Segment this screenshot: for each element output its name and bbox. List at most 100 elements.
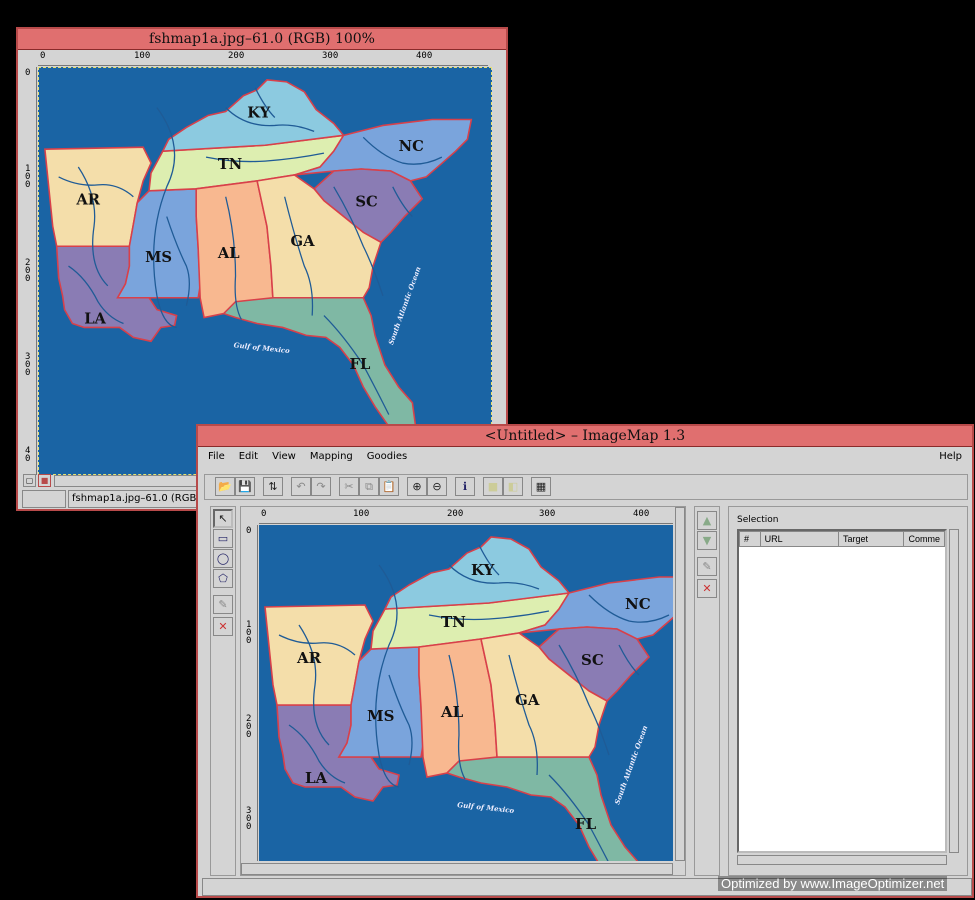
image-area: 0 100 200 300 400 0 1 0 0 2 0 0 3 0 0 KY… [240,506,686,876]
state-label-tn: TN [218,156,242,173]
move-down-icon[interactable]: ▼ [697,531,717,550]
vertical-ruler: 0 1 0 0 2 0 0 3 0 0 [243,525,258,861]
watermark: Optimized by www.ImageOptimizer.net [718,876,948,891]
state-label-ga: GA [515,691,540,709]
vruler-tick-300: 3 0 0 [25,352,31,378]
state-label-sc: SC [355,194,378,211]
edit-icon[interactable]: ✎ [697,557,717,576]
open-icon[interactable]: 📂 [215,477,235,496]
rectangle-icon[interactable]: ▭ [213,529,233,548]
state-label-nc: NC [625,595,651,613]
menu-view[interactable]: View [272,451,296,462]
grid-icon[interactable]: ▦ [531,477,551,496]
vruler-tick-400: 4 0 [25,446,31,464]
column-comment[interactable]: Comme [903,531,945,547]
copy-icon[interactable]: ⧉ [359,477,379,496]
polygon-icon[interactable]: ⬠ [213,569,233,588]
vruler-tick-0: 0 [246,526,252,536]
menubar: File Edit View Mapping Goodies Help [198,446,972,466]
arrow-icon[interactable]: ↖ [213,509,233,528]
imagemap-window: <Untitled> – ImageMap 1.3 File Edit View… [196,424,974,898]
quickmask-icon[interactable]: ▢ [23,474,36,487]
selection-panel: Selection # URL Target Comme [728,506,968,876]
column-num[interactable]: # [739,531,761,547]
selection-hscroll[interactable] [737,855,947,865]
menu-mapping[interactable]: Mapping [310,451,353,462]
save-icon[interactable]: 💾 [235,477,255,496]
state-label-tn: TN [441,613,466,631]
state-label-ar: AR [296,649,322,667]
paste-icon[interactable]: 📋 [379,477,399,496]
preferences-icon[interactable]: ⇅ [263,477,283,496]
selection-table: # URL Target Comme [739,531,945,547]
state-label-la: LA [84,310,106,327]
vruler-tick-200: 2 0 0 [246,714,252,740]
selection-label: Selection [737,515,779,525]
toolbar: 📂 💾 ⇅ ↶ ↷ ✂ ⧉ 📋 ⊕ ⊖ ℹ ■ ◧ ▦ [204,474,968,500]
ruler-tick-0: 0 [40,51,46,61]
ruler-tick-200: 200 [228,51,245,61]
state-label-nc: NC [399,138,424,155]
ruler-tick-300: 300 [539,509,556,519]
state-label-ar: AR [75,192,100,209]
image-canvas[interactable]: KY TN NC AR SC MS AL GA LA FL Gulf of Me… [38,67,492,475]
delete-icon[interactable]: ✕ [213,617,233,636]
vruler-tick-100: 1 0 0 [25,164,31,190]
state-label-al: AL [217,245,240,262]
ruler-tick-0: 0 [261,509,267,519]
state-label-ky: KY [247,104,270,121]
ruler-tick-400: 400 [416,51,433,61]
state-label-sc: SC [581,651,604,669]
column-url[interactable]: URL [759,531,840,547]
image-window-title: fshmap1a.jpg–61.0 (RGB) 100% [18,29,506,50]
menu-goodies[interactable]: Goodies [367,451,407,462]
coordinate-field [22,490,66,508]
tool-palette: ↖ ▭ ◯ ⬠ ✎ ✕ [210,506,236,876]
vertical-ruler: 0 1 0 0 2 0 0 3 0 0 4 0 [22,67,37,475]
state-label-ms: MS [367,707,394,725]
vruler-tick-300: 3 0 0 [246,806,252,832]
move-to-front-icon[interactable]: ■ [483,477,503,496]
send-to-back-icon[interactable]: ◧ [503,477,523,496]
delete-icon[interactable]: ✕ [697,579,717,598]
menu-edit[interactable]: Edit [239,451,258,462]
mask-toggle-icon[interactable]: ■ [38,474,51,487]
menu-file[interactable]: File [208,451,225,462]
state-label-ky: KY [471,561,495,579]
horizontal-ruler: 0 100 200 300 400 [38,51,488,66]
redo-icon[interactable]: ↷ [311,477,331,496]
vruler-tick-100: 1 0 0 [246,620,252,646]
state-label-ms: MS [145,249,172,266]
image-status-text: fshmap1a.jpg–61.0 (RGB) 10 [72,493,217,504]
ruler-tick-300: 300 [322,51,339,61]
state-label-al: AL [440,703,464,721]
cut-icon[interactable]: ✂ [339,477,359,496]
ruler-tick-400: 400 [633,509,650,519]
imagemap-window-title: <Untitled> – ImageMap 1.3 [198,426,972,447]
imagemap-canvas[interactable]: KY TN NC AR SC MS AL GA LA FL Gulf of Me… [259,525,673,861]
ruler-tick-200: 200 [447,509,464,519]
undo-icon[interactable]: ↶ [291,477,311,496]
zoom-out-icon[interactable]: ⊖ [427,477,447,496]
ruler-tick-100: 100 [134,51,151,61]
info-icon[interactable]: ℹ [455,477,475,496]
selection-vscroll[interactable] [949,529,959,853]
circle-icon[interactable]: ◯ [213,549,233,568]
state-label-ga: GA [291,233,316,250]
state-label-fl: FL [350,356,371,373]
horizontal-scrollbar[interactable] [241,863,673,875]
edit-icon[interactable]: ✎ [213,595,233,614]
zoom-in-icon[interactable]: ⊕ [407,477,427,496]
menu-help[interactable]: Help [939,451,962,462]
vertical-scrollbar[interactable] [675,507,685,861]
vruler-tick-0: 0 [25,68,31,78]
state-label-fl: FL [575,815,597,833]
horizontal-ruler: 0 100 200 300 400 [259,509,673,524]
move-up-icon[interactable]: ▲ [697,511,717,530]
selection-controls: ▲ ▼ ✎ ✕ [694,506,720,876]
state-label-la: LA [305,769,328,787]
vruler-tick-200: 2 0 0 [25,258,31,284]
column-target[interactable]: Target [838,531,905,547]
selection-list[interactable]: # URL Target Comme [737,529,947,853]
ruler-tick-100: 100 [353,509,370,519]
